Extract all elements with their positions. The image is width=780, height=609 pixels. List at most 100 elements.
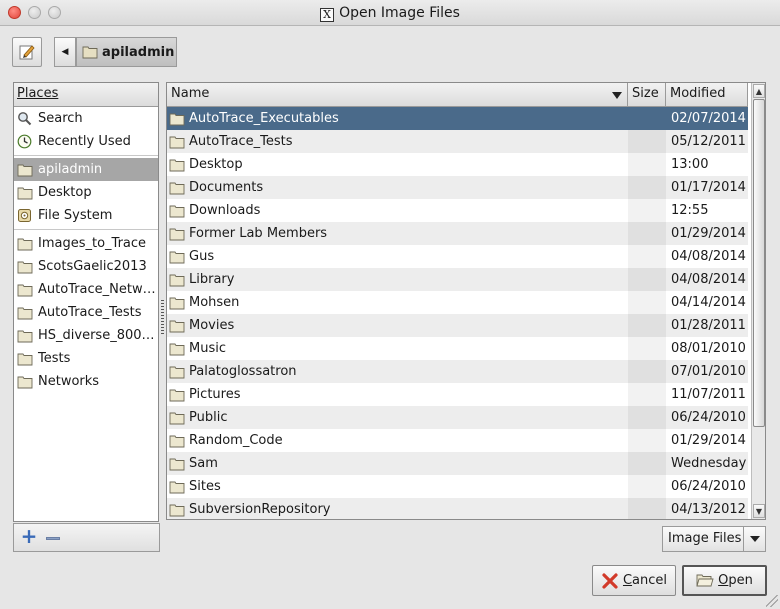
file-row[interactable]: Documents 01/17/2014 [167,176,748,199]
file-row[interactable]: Random_Code 01/29/2014 [167,429,748,452]
place-item-label: Desktop [38,185,92,200]
path-crumb-button[interactable]: apiladmin [76,37,177,67]
file-name-cell: Pictures [169,383,240,406]
file-name: AutoTrace_Tests [189,134,293,149]
path-back-button[interactable]: ◀ [54,37,76,67]
file-name: Sam [189,456,218,471]
file-name: Former Lab Members [189,226,328,241]
bookmark-item[interactable]: HS_diverse_800… [14,324,158,347]
open-label: Open [718,573,753,588]
file-name: Palatoglossatron [189,364,297,379]
file-modified: 01/29/2014 [671,226,746,241]
file-modified: 01/28/2011 [671,318,746,333]
open-button[interactable]: Open [682,565,767,596]
file-name: Pictures [189,387,241,402]
dropdown-arrow-icon [743,527,765,551]
window-resize-grip[interactable] [766,595,778,607]
search-icon [16,111,33,126]
file-modified: 13:00 [671,157,709,172]
file-row[interactable]: Downloads 12:55 [167,199,748,222]
folder-icon [169,135,185,149]
place-item-label: File System [38,208,113,223]
bookmark-item[interactable]: AutoTrace_Tests [14,301,158,324]
file-name-cell: Documents [169,176,263,199]
folder-icon [169,273,185,287]
file-modified: 01/17/2014 [671,180,746,195]
file-row[interactable]: Desktop 13:00 [167,153,748,176]
vertical-scrollbar[interactable]: ▲ ▼ [751,83,765,519]
size-cell [628,130,666,153]
file-name-cell: Public [169,406,227,429]
bookmark-label: Images_to_Trace [38,236,147,251]
file-row[interactable]: Mohsen 04/14/2014 [167,291,748,314]
size-cell [628,245,666,268]
column-header-modified[interactable]: Modified [666,83,748,107]
place-item-recently-used[interactable]: Recently Used [14,130,158,153]
drive-icon [16,208,33,223]
remove-bookmark-button[interactable] [46,537,60,540]
size-cell [628,429,666,452]
bookmark-item[interactable]: ScotsGaelic2013 [14,255,158,278]
file-row[interactable]: Library 04/08/2014 [167,268,748,291]
file-row[interactable]: Public 06/24/2010 [167,406,748,429]
folder-icon [169,434,185,448]
bookmark-item[interactable]: Tests [14,347,158,370]
folder-icon [169,388,185,402]
place-item-desktop[interactable]: Desktop [14,181,158,204]
bookmark-actions: + [13,523,160,552]
folder-icon [16,306,33,320]
file-name-cell: Movies [169,314,234,337]
file-name-cell: Palatoglossatron [169,360,297,383]
file-name: Movies [189,318,235,333]
places-header[interactable]: Places [14,83,158,107]
pane-resize-handle[interactable] [161,300,164,336]
bookmark-label: AutoTrace_Tests [38,305,142,320]
file-row[interactable]: Music 08/01/2010 [167,337,748,360]
bookmark-item[interactable]: Images_to_Trace [14,232,158,255]
folder-icon [16,260,33,274]
bookmark-item[interactable]: Networks [14,370,158,393]
place-item-search[interactable]: Search [14,107,158,130]
scroll-down-arrow-icon[interactable]: ▼ [753,504,765,518]
file-row[interactable]: AutoTrace_Tests 05/12/2011 [167,130,748,153]
file-row[interactable]: Pictures 11/07/2011 [167,383,748,406]
size-cell [628,222,666,245]
file-modified: Wednesday [671,456,747,471]
file-type-filter[interactable]: Image Files [662,526,766,552]
file-row[interactable]: Palatoglossatron 07/01/2010 [167,360,748,383]
scroll-up-arrow-icon[interactable]: ▲ [753,84,765,98]
scrollbar-thumb[interactable] [753,99,765,427]
file-row[interactable]: AutoTrace_Executables 02/07/2014 [167,107,748,130]
file-row[interactable]: Movies 01/28/2011 [167,314,748,337]
type-location-button[interactable] [12,37,42,67]
file-row[interactable]: Former Lab Members 01/29/2014 [167,222,748,245]
file-row[interactable]: Gus 04/08/2014 [167,245,748,268]
plus-icon: + [20,524,38,548]
cancel-label: Cancel [622,573,668,588]
size-cell [628,360,666,383]
place-item-file-system[interactable]: File System [14,204,158,227]
add-bookmark-button[interactable]: + [20,526,38,546]
file-name: Sites [189,479,221,494]
file-row[interactable]: Sites 06/24/2010 [167,475,748,498]
file-row[interactable]: SubversionRepository 04/13/2012 [167,498,748,519]
bookmark-item[interactable]: AutoTrace_Netw… [14,278,158,301]
file-name: Gus [189,249,215,264]
folder-icon [169,250,185,264]
size-cell [628,107,666,130]
bookmark-label: Networks [38,374,100,389]
folder-icon [82,46,98,59]
cancel-button[interactable]: Cancel [592,565,676,596]
folder-icon [16,186,33,200]
folder-icon [16,352,33,366]
file-name: Library [189,272,235,287]
file-name: Public [189,410,228,425]
column-header-name[interactable]: Name [167,83,628,107]
column-header-size[interactable]: Size [628,83,666,107]
cancel-icon [601,572,619,590]
place-item-apiladmin[interactable]: apiladmin [14,158,158,181]
file-name-cell: Mohsen [169,291,239,314]
file-row[interactable]: Sam Wednesday [167,452,748,475]
size-cell [628,268,666,291]
file-modified: 01/29/2014 [671,433,746,448]
